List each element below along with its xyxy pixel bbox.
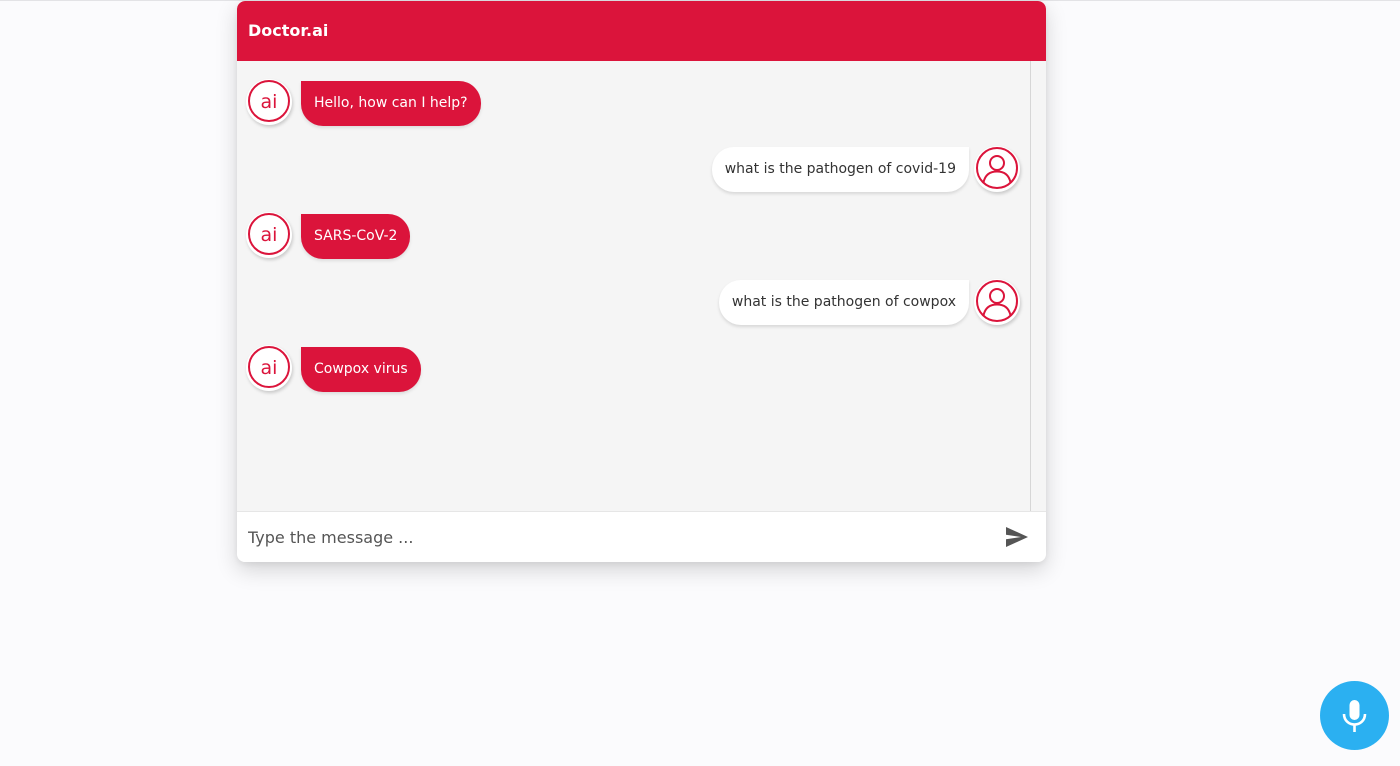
message-composer	[237, 511, 1046, 562]
chat-window: Doctor.ai ai Hello, how can I help? what…	[237, 1, 1046, 562]
message-input[interactable]	[248, 524, 988, 550]
bot-message: SARS-CoV-2	[301, 214, 411, 259]
message-list-scrollbar[interactable]	[1030, 61, 1046, 511]
svg-text:ai: ai	[261, 357, 278, 379]
svg-text:ai: ai	[261, 224, 278, 246]
ai-logo-icon: ai	[248, 80, 290, 122]
bot-avatar: ai	[246, 345, 292, 391]
chat-header: Doctor.ai	[237, 1, 1046, 61]
svg-text:ai: ai	[261, 91, 278, 113]
user-avatar	[974, 279, 1020, 325]
message-list[interactable]: ai Hello, how can I help? what is the pa…	[237, 61, 1030, 511]
send-button[interactable]	[1003, 524, 1031, 550]
bot-avatar: ai	[246, 212, 292, 258]
user-message: what is the pathogen of covid-19	[711, 147, 969, 192]
user-icon	[976, 147, 1018, 189]
send-icon	[1006, 527, 1028, 547]
bot-avatar: ai	[246, 79, 292, 125]
user-message: what is the pathogen of cowpox	[718, 280, 969, 325]
ai-logo-icon: ai	[248, 346, 290, 388]
bot-message: Hello, how can I help?	[301, 81, 481, 126]
user-avatar	[974, 146, 1020, 192]
microphone-icon	[1342, 700, 1367, 732]
voice-input-button[interactable]	[1320, 681, 1389, 750]
bot-message: Cowpox virus	[301, 347, 421, 392]
ai-logo-icon: ai	[248, 213, 290, 255]
chat-title: Doctor.ai	[248, 21, 329, 40]
user-icon	[976, 280, 1018, 322]
